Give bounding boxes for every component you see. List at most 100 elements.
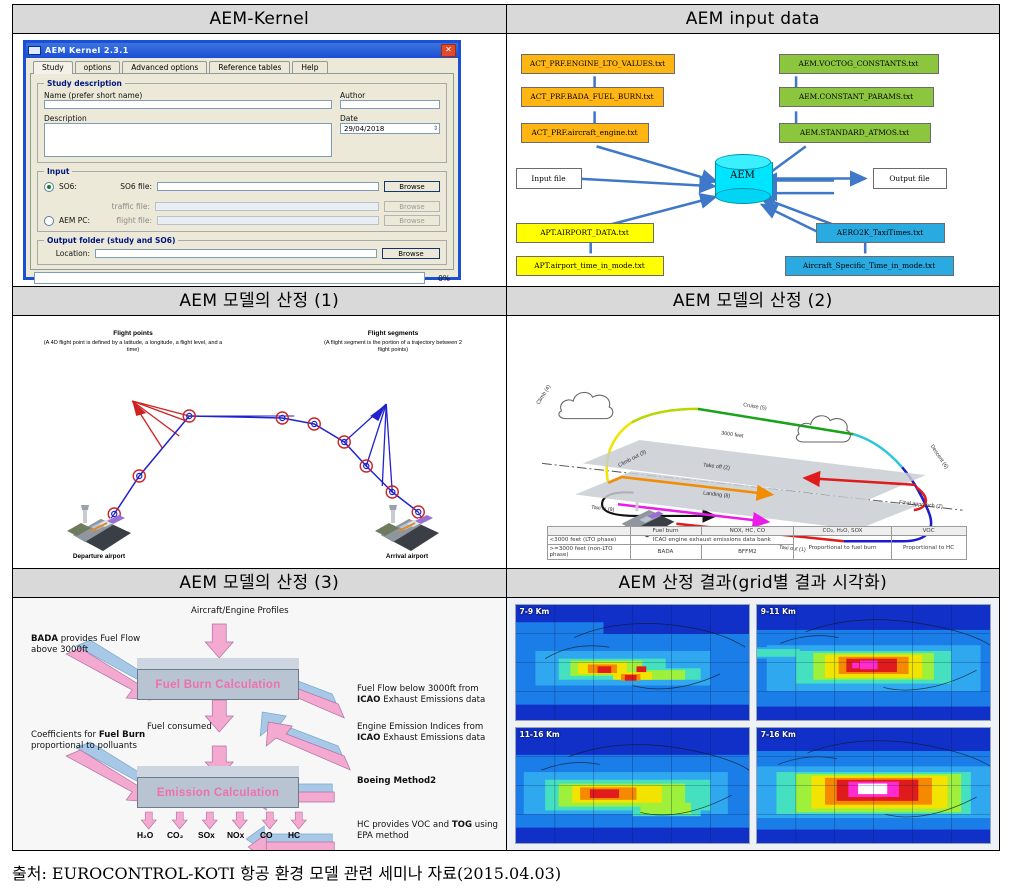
map-raster-2 xyxy=(756,605,990,720)
tab-bar: Study options Advanced options Reference… xyxy=(30,61,454,74)
flight-points-title: Flight points xyxy=(113,330,153,337)
td-nonlto-label: >=3000 feet (non-LTO phase) xyxy=(546,544,631,560)
node-apt-airport-data: APT.AIRPORT_DATA.txt xyxy=(515,223,654,243)
output-folder-legend: Output folder (study and SO6) xyxy=(47,236,176,245)
flight-points-desc: (A 4D flight point is defined by a latit… xyxy=(43,340,223,353)
input-data-diagram: ACT_PRF.ENGINE_LTO_VALUES.txt ACT_PRF.BA… xyxy=(507,35,999,286)
flowchart-footnote: HC provides VOC and TOG using EPA method xyxy=(357,820,498,841)
author-label: Author xyxy=(340,91,366,100)
map-label-7-9km: 7-9 Km xyxy=(519,607,550,616)
node-aem-constant-params: AEM.CONSTANT_PARAMS.txt xyxy=(778,87,934,107)
progress-bar xyxy=(34,272,425,284)
close-icon[interactable]: ✕ xyxy=(441,44,456,57)
flight-file-input[interactable] xyxy=(157,216,379,225)
fuel-burn-calculation-box: Fuel Burn Calculation xyxy=(137,658,299,700)
source-caption: 출처: EUROCONTROL-KOTI 항공 환경 모델 관련 세미나 자료(… xyxy=(12,864,562,883)
tab-options[interactable]: options xyxy=(74,61,121,73)
input-group: Input SO6: SO6 file: Browse traffic file… xyxy=(37,167,447,232)
radio-aem-pc[interactable] xyxy=(44,215,54,226)
flowchart-middle-label: Fuel consumed xyxy=(147,722,212,732)
header-row-3: AEM 모델의 산정 (3) AEM 산정 결과(grid별 결과 시각화) xyxy=(12,568,1000,598)
header-row-2: AEM 모델의 산정 (1) AEM 모델의 산정 (2) xyxy=(12,286,1000,316)
th-fuel-burn: Fuel burn xyxy=(629,526,702,536)
document-page: AEM-Kernel AEM input data AEM Kernel 2.3… xyxy=(0,0,1012,889)
location-label: Location: xyxy=(55,249,90,258)
map-label-7-16km: 7-16 Km xyxy=(760,730,796,739)
panel-flight-points: Flight points (A 4D flight point is defi… xyxy=(12,315,507,569)
output-hc: HC xyxy=(288,830,301,840)
output-sox: SOx xyxy=(198,830,215,840)
th-voc: VOC xyxy=(890,526,967,536)
study-description-group: Study description Name (prefer short nam… xyxy=(37,79,447,163)
flowchart-top-input: Aircraft/Engine Profiles xyxy=(191,606,289,616)
td-lto-label: <3000 feet (LTO phase) xyxy=(546,535,631,545)
figure-table: AEM-Kernel AEM input data AEM Kernel 2.3… xyxy=(12,4,1000,851)
panel-flight-phases: Climb (4) Climb out (3) Cruise (5) Desce… xyxy=(505,315,1000,569)
tab-reference-tables[interactable]: Reference tables xyxy=(209,61,291,73)
browse-location-button[interactable]: Browse xyxy=(382,248,440,259)
map-label-11-16km: 11-16 Km xyxy=(519,730,560,739)
study-tab-panel: Study description Name (prefer short nam… xyxy=(30,74,454,270)
flowchart-right-boeing: Boeing Method2 xyxy=(357,776,437,786)
td-lto-icao: ICAO engine exhaust emissions data bank xyxy=(629,535,795,545)
traffic-file-label: traffic file: xyxy=(111,202,150,211)
th-nox-hc-co: NOX, HC, CO xyxy=(700,526,795,536)
content-row-1: AEM Kernel 2.3.1 ✕ Study options Advance… xyxy=(12,33,1000,287)
app-icon xyxy=(28,46,41,55)
aem-kernel-window: AEM Kernel 2.3.1 ✕ Study options Advance… xyxy=(23,40,461,284)
so6-file-input[interactable] xyxy=(157,182,379,191)
tab-help[interactable]: Help xyxy=(292,61,328,73)
node-aem-standard-atmos: AEM.STANDARD_ATMOS.txt xyxy=(778,123,931,143)
flight-points-diagram: Flight points (A 4D flight point is defi… xyxy=(13,317,505,568)
location-input[interactable] xyxy=(95,249,377,258)
panel-title-model-3: AEM 모델의 산정 (3) xyxy=(12,568,507,598)
browse-traffic-button[interactable]: Browse xyxy=(384,201,440,212)
tab-advanced-options[interactable]: Advanced options xyxy=(122,61,208,73)
panel-title-aem-kernel: AEM-Kernel xyxy=(12,4,507,34)
so6-label: SO6: xyxy=(59,182,77,191)
map-raster-4 xyxy=(756,728,990,843)
node-act-prf-bada-fuel-burn: ACT_PRF.BADA_FUEL_BURN.txt xyxy=(520,87,664,107)
name-label: Name (prefer short name) xyxy=(44,91,143,100)
node-aircraft-specific-time-in-mode: Aircraft_Specific_Time_in_mode.txt xyxy=(784,256,954,276)
browse-flight-button[interactable]: Browse xyxy=(384,215,440,226)
departure-airport-label: Departure airport xyxy=(72,553,126,560)
emission-calculation-box: Emission Calculation xyxy=(137,766,299,808)
tab-study[interactable]: Study xyxy=(33,61,73,74)
browse-so6-button[interactable]: Browse xyxy=(384,181,440,192)
cylinder-bottom xyxy=(714,188,771,204)
so6-file-label: SO6 file: xyxy=(120,182,152,191)
arrival-airport-label: Arrival airport xyxy=(385,553,429,560)
header-row-1: AEM-Kernel AEM input data xyxy=(12,4,1000,34)
date-input[interactable]: 29/04/2018 ⇕ xyxy=(340,123,440,134)
radio-so6[interactable] xyxy=(44,181,54,192)
td-nonlto-bada: BADA xyxy=(629,544,702,560)
departure-airport-icon xyxy=(67,505,131,551)
output-nox: NOx xyxy=(227,830,245,840)
flowchart-right-mid: Engine Emission Indices from ICAO Exhaus… xyxy=(357,722,486,743)
content-row-2: Flight points (A 4D flight point is defi… xyxy=(12,315,1000,569)
output-folder-group: Output folder (study and SO6) Location: … xyxy=(37,236,447,265)
flowchart-left-bottom: Coefficients for Fuel Burn proportional … xyxy=(31,730,146,751)
emission-label: Emission Calculation xyxy=(137,777,299,808)
author-input[interactable] xyxy=(340,100,440,109)
flight-segments-title: Flight segments xyxy=(367,330,419,337)
name-input[interactable] xyxy=(44,100,332,109)
fuel-burn-label: Fuel Burn Calculation xyxy=(137,669,299,700)
node-act-prf-aircraft-engine: ACT_PRF.aircraft_engine.txt xyxy=(520,123,649,143)
cylinder-label: AEM xyxy=(730,170,755,181)
progress-label: 0% xyxy=(438,273,450,283)
description-input[interactable] xyxy=(44,123,332,157)
window-titlebar[interactable]: AEM Kernel 2.3.1 ✕ xyxy=(26,43,458,58)
th-blank xyxy=(546,526,631,536)
emission-flowchart: Aircraft/Engine Profiles BADA provides F… xyxy=(13,598,506,850)
cylinder-top xyxy=(714,154,771,170)
traffic-file-input[interactable] xyxy=(155,202,379,211)
panel-emission-flowchart: Aircraft/Engine Profiles BADA provides F… xyxy=(12,597,507,851)
description-label: Description xyxy=(44,114,87,123)
window-body: Study options Advanced options Reference… xyxy=(26,58,458,286)
aem-database-cylinder: AEM xyxy=(714,154,773,204)
flight-phases-diagram: Climb (4) Climb out (3) Cruise (5) Desce… xyxy=(507,317,999,568)
node-apt-airport-time-in-mode: APT.airport_time_in_mode.txt xyxy=(515,256,664,276)
spinner-icon[interactable]: ⇕ xyxy=(433,125,438,132)
